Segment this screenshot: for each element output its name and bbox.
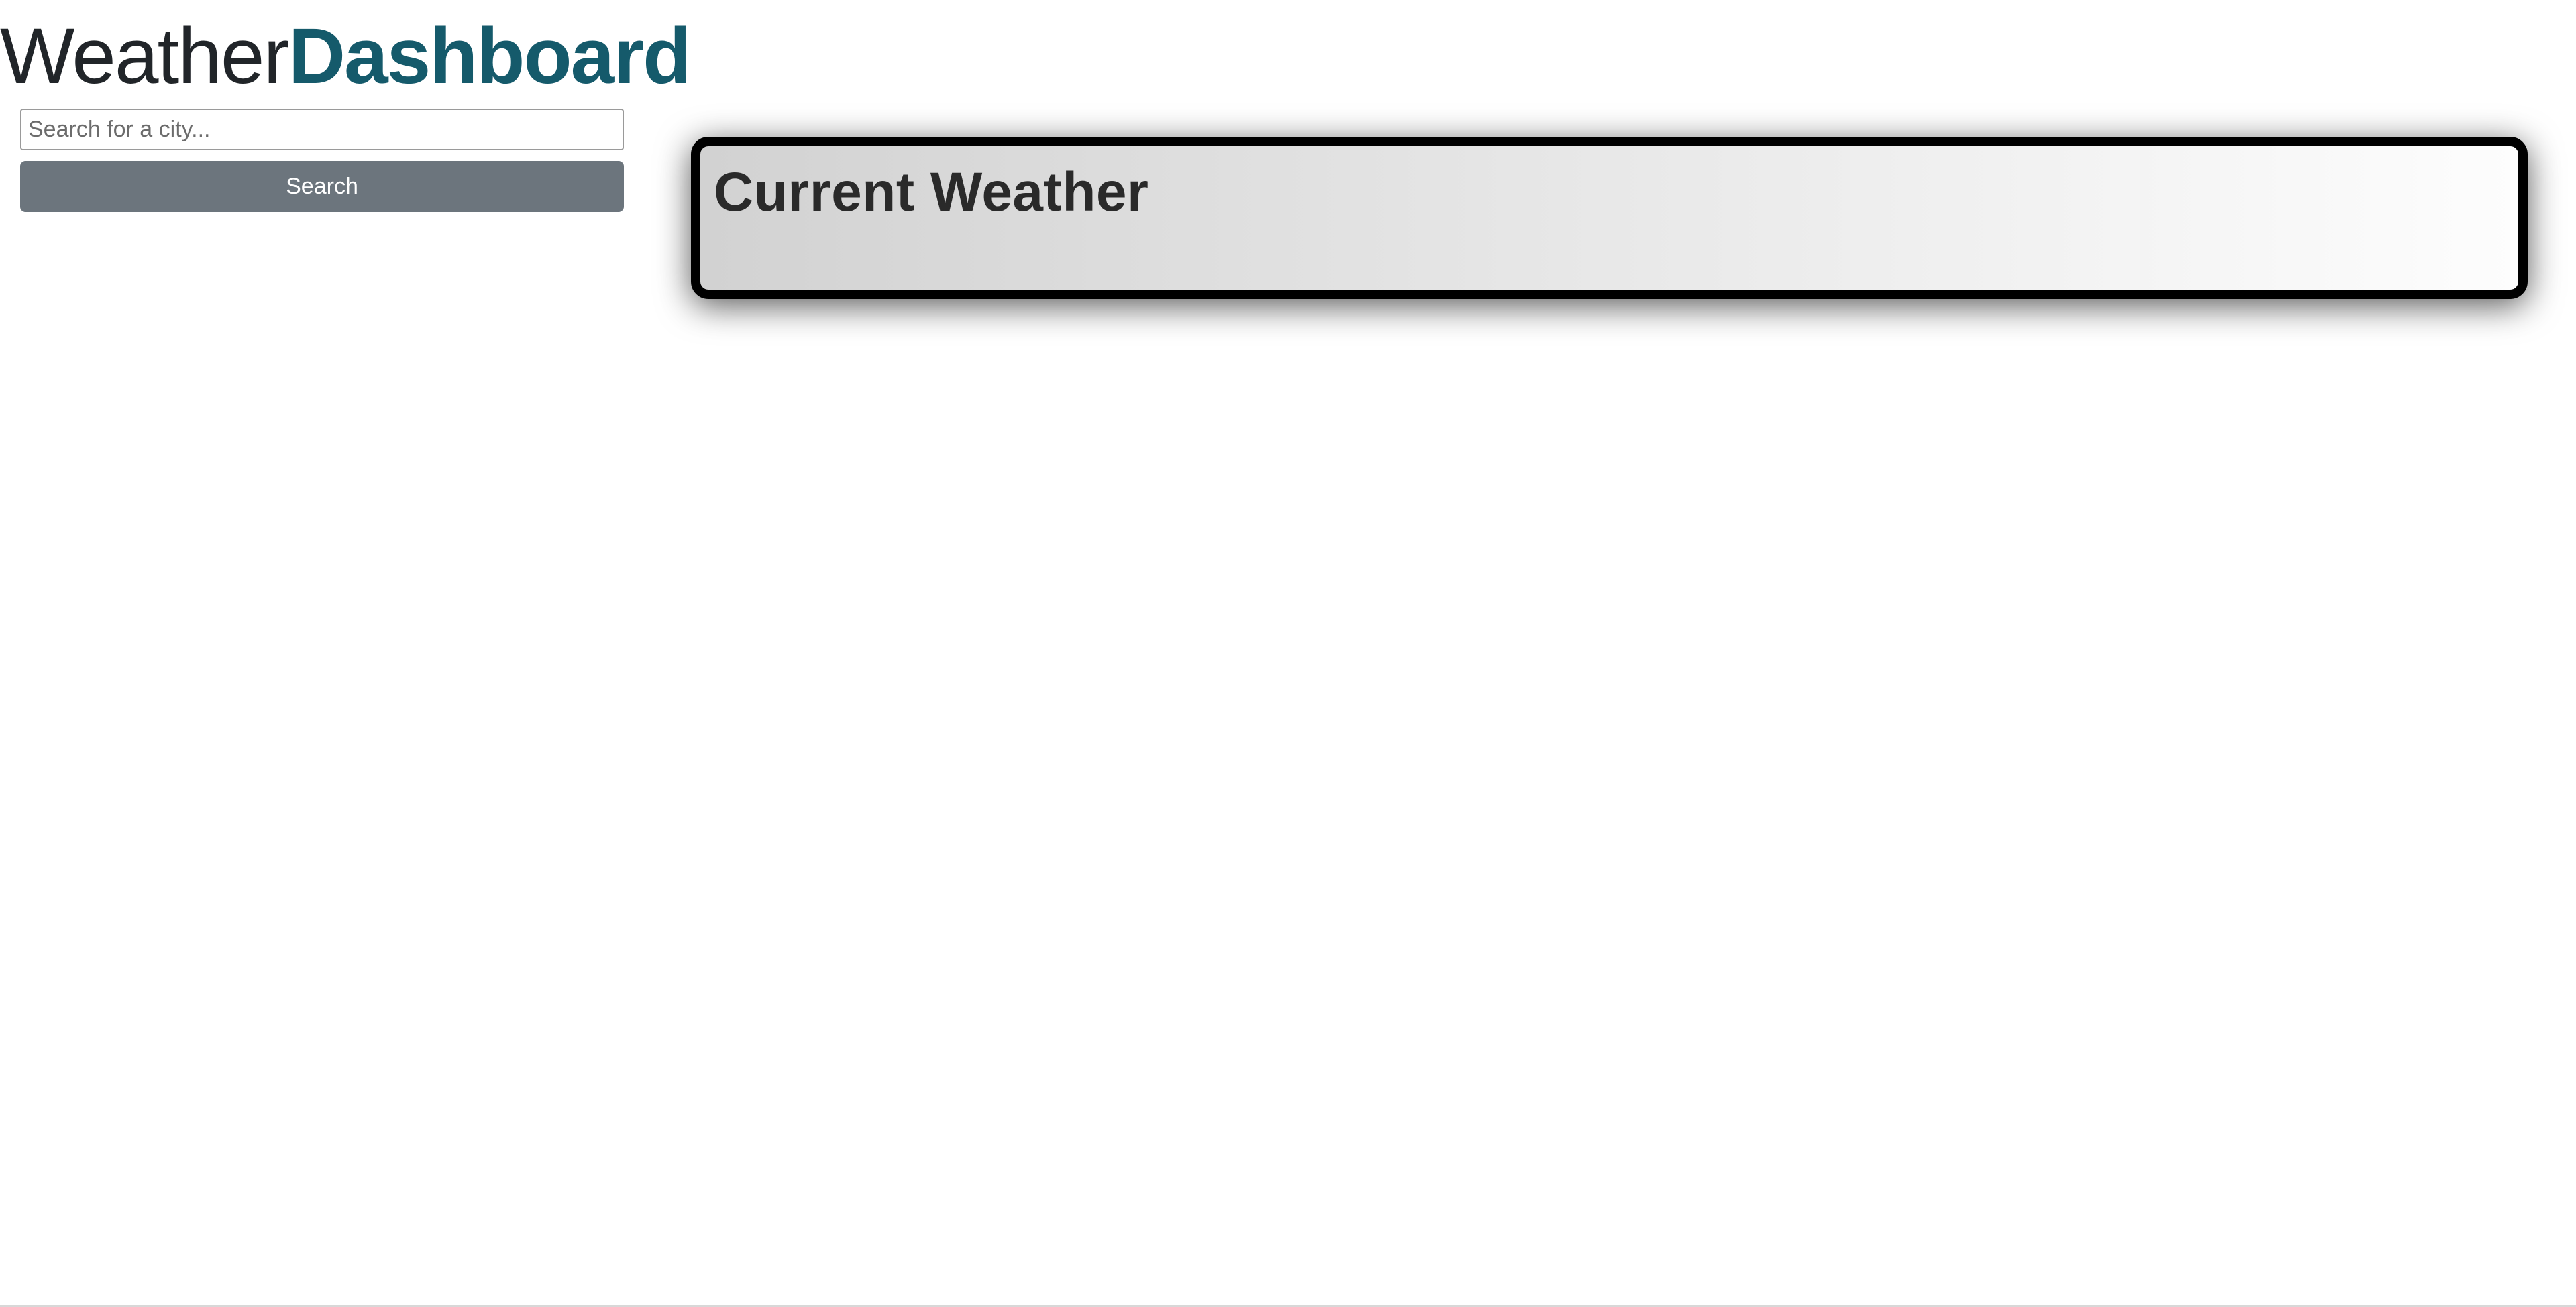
search-button[interactable]: Search (20, 161, 624, 212)
app-title: WeatherDashboard (0, 9, 691, 103)
city-search-input[interactable] (20, 109, 624, 150)
app-title-dashboard: Dashboard (288, 12, 691, 101)
current-weather-card: Current Weather (691, 137, 2528, 299)
app-title-weather: Weather (0, 12, 290, 101)
search-sidebar: Search (20, 109, 624, 212)
current-weather-heading: Current Weather (714, 162, 1149, 223)
weather-dashboard-page: WeatherDashboard Search Current Weather (0, 0, 2576, 1307)
